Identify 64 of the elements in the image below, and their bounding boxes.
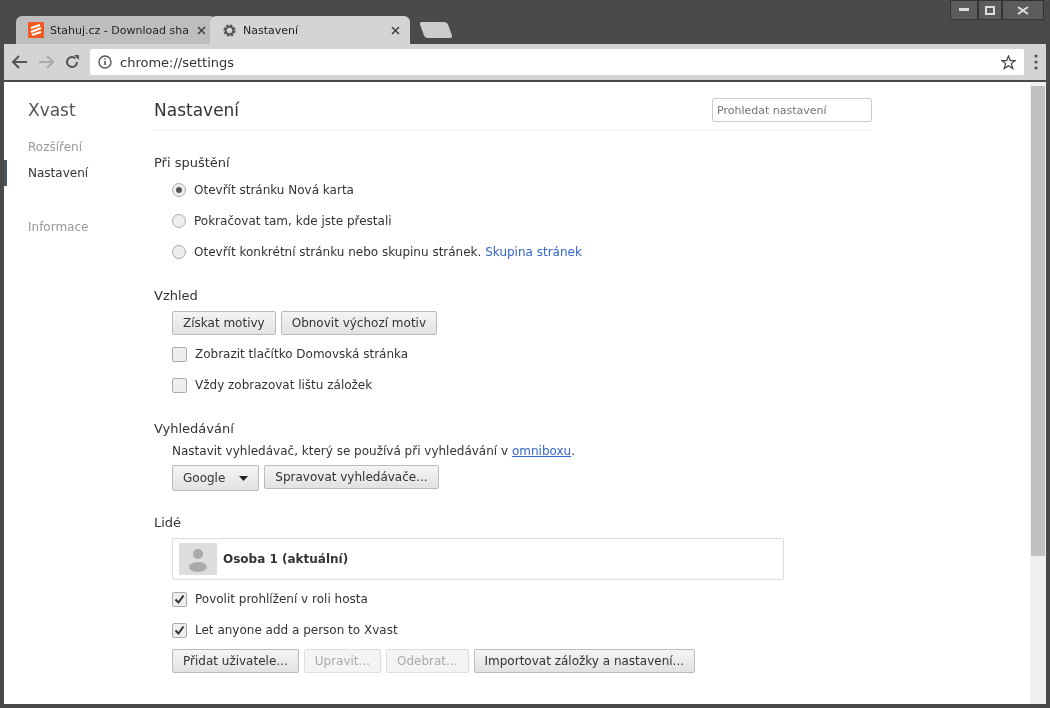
search-engine-dropdown[interactable]: Google bbox=[172, 465, 260, 491]
checkbox-option[interactable]: Vždy zobrazovat lištu záložek bbox=[172, 373, 1030, 397]
page-title: Nastavení bbox=[154, 100, 240, 120]
menu-icon[interactable] bbox=[1034, 54, 1038, 70]
profile-name: Osoba 1 (aktuální) bbox=[223, 552, 349, 566]
section-heading: Vyhledávání bbox=[154, 421, 235, 436]
option-label: Otevřít konkrétní stránku nebo skupinu stránek. Skupina stránek bbox=[194, 245, 582, 259]
browser-tab[interactable]: Nastavení bbox=[210, 16, 410, 44]
new-tab-button[interactable] bbox=[419, 22, 453, 38]
sidebar-item[interactable]: Nastavení bbox=[4, 160, 154, 186]
close-icon bbox=[1017, 5, 1029, 15]
profile-card[interactable]: Osoba 1 (aktuální) bbox=[172, 538, 784, 580]
radio-option[interactable]: Pokračovat tam, kde jste přestali bbox=[172, 209, 1030, 233]
minimize-icon bbox=[959, 8, 969, 12]
checkbox[interactable] bbox=[172, 346, 187, 362]
address-bar[interactable]: chrome://settings bbox=[90, 49, 1024, 75]
section-heading: Při spuštění bbox=[154, 155, 231, 170]
action-button[interactable]: Obnovit výchozí motiv bbox=[280, 311, 438, 335]
option-label: Let anyone add a person to Xvast bbox=[195, 623, 398, 637]
url-text: chrome://settings bbox=[120, 54, 236, 70]
option-label: Pokračovat tam, kde jste přestali bbox=[194, 214, 392, 228]
action-button[interactable]: Importovat záložky a nastavení... bbox=[473, 649, 696, 673]
description-text: Nastavit vyhledávač, který se používá při vyhledávání v omniboxu. bbox=[172, 444, 576, 458]
star-icon[interactable] bbox=[1001, 54, 1016, 70]
avatar-icon bbox=[179, 543, 217, 575]
reload-icon[interactable] bbox=[64, 54, 80, 70]
checkbox-option[interactable]: Zobrazit tlačítko Domovská stránka bbox=[172, 342, 1030, 366]
radio-option[interactable]: Otevřít konkrétní stránku nebo skupinu stránek. Skupina stránek bbox=[172, 240, 1030, 264]
brand-name: Xvast bbox=[27, 100, 77, 120]
caret-icon bbox=[239, 475, 249, 481]
minimize-button[interactable] bbox=[950, 0, 978, 20]
option-label: Zobrazit tlačítko Domovská stránka bbox=[195, 347, 409, 361]
back-arrow-icon[interactable] bbox=[12, 55, 28, 69]
checkbox-option[interactable]: Povolit prohlížení v roli hosta bbox=[172, 587, 1030, 611]
tab-title: Stahuj.cz - Download sha bbox=[50, 23, 190, 37]
checkbox[interactable] bbox=[172, 377, 187, 393]
action-button[interactable]: Spravovat vyhledávače... bbox=[264, 465, 439, 489]
radio-button[interactable] bbox=[172, 183, 186, 197]
radio-button[interactable] bbox=[172, 245, 186, 259]
tab-title: Nastavení bbox=[243, 23, 300, 37]
site-favicon-icon bbox=[28, 22, 44, 38]
link[interactable]: Skupina stránek bbox=[485, 245, 582, 259]
section-heading: Vzhled bbox=[154, 288, 199, 303]
option-label: Povolit prohlížení v roli hosta bbox=[195, 592, 368, 606]
action-button[interactable]: Získat motivy bbox=[172, 311, 276, 335]
section-heading: Lidé bbox=[154, 515, 183, 530]
maximize-icon bbox=[985, 5, 995, 15]
radio-button[interactable] bbox=[172, 214, 186, 228]
close-icon[interactable] bbox=[197, 25, 206, 35]
close-icon[interactable] bbox=[391, 25, 400, 35]
maximize-button[interactable] bbox=[978, 0, 1002, 20]
checkbox-option[interactable]: Let anyone add a person to Xvast bbox=[172, 618, 1030, 642]
gear-icon bbox=[222, 22, 237, 38]
close-button[interactable] bbox=[1002, 0, 1044, 20]
link[interactable]: omniboxu bbox=[511, 444, 572, 458]
option-label: Otevřít stránku Nová karta bbox=[194, 183, 354, 197]
info-icon bbox=[98, 55, 112, 69]
checkbox[interactable] bbox=[172, 591, 187, 607]
checkbox[interactable] bbox=[172, 622, 187, 638]
scrollbar[interactable] bbox=[1030, 82, 1046, 704]
search-field[interactable]: Prohledat nastavení bbox=[712, 98, 872, 122]
radio-option[interactable]: Otevřít stránku Nová karta bbox=[172, 178, 1030, 202]
option-label: Vždy zobrazovat lištu záložek bbox=[195, 378, 373, 392]
action-button[interactable]: Přidat uživatele... bbox=[172, 649, 299, 673]
